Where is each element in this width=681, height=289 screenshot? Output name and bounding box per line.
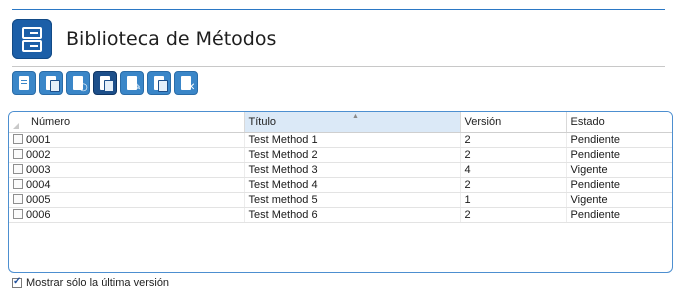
cell-estado: Pendiente <box>566 147 672 163</box>
column-header-titulo[interactable]: ▲ Título <box>244 112 461 133</box>
cell-version: 2 <box>460 207 567 223</box>
cell-titulo: Test Method 3 <box>244 162 461 178</box>
row-checkbox[interactable] <box>13 134 23 144</box>
table-row[interactable]: 0002 Test Method 2 2 Pendiente <box>9 147 672 163</box>
table-row[interactable]: 0001 Test Method 1 2 Pendiente <box>9 132 672 148</box>
cell-titulo: Test Method 4 <box>244 177 461 193</box>
row-checkbox[interactable] <box>13 209 23 219</box>
cell-numero: 0006 <box>26 209 51 221</box>
cell-titulo: Test method 5 <box>244 192 461 208</box>
latest-version-toggle[interactable]: Mostrar sólo la última versión <box>12 276 170 289</box>
row-checkbox[interactable] <box>13 164 23 174</box>
sort-ascending-icon: ▲ <box>352 113 359 120</box>
cell-version: 4 <box>460 162 567 178</box>
page-title: Biblioteca de Métodos <box>66 28 277 50</box>
table-row[interactable]: 0004 Test Method 4 2 Pendiente <box>9 177 672 193</box>
cell-numero: 0002 <box>26 149 51 161</box>
cell-estado: Pendiente <box>566 132 672 148</box>
cell-version: 1 <box>460 192 567 208</box>
cell-estado: Pendiente <box>566 207 672 223</box>
save-copy-icon[interactable] <box>39 71 63 95</box>
cell-version: 2 <box>460 132 567 148</box>
view-document-icon[interactable]: ○ <box>66 71 90 95</box>
latest-version-checkbox[interactable] <box>12 276 22 288</box>
cell-numero: 0001 <box>26 134 51 146</box>
table-row[interactable]: 0005 Test method 5 1 Vigente <box>9 192 672 208</box>
cell-estado: Vigente <box>566 162 672 178</box>
cell-version: 2 <box>460 177 567 193</box>
methods-table: Número ▲ Título Versión Estado 0001 Test… <box>9 112 672 223</box>
column-header-estado[interactable]: Estado <box>566 112 672 133</box>
cell-estado: Vigente <box>566 192 672 208</box>
latest-version-label: Mostrar sólo la última versión <box>26 277 170 289</box>
print-icon[interactable] <box>12 71 36 95</box>
cell-numero: 0005 <box>26 194 51 206</box>
row-checkbox[interactable] <box>13 149 23 159</box>
import-document-icon[interactable] <box>93 71 117 95</box>
delete-document-icon[interactable]: ✕ <box>174 71 198 95</box>
cell-version: 2 <box>460 147 567 163</box>
table-row[interactable]: 0003 Test Method 3 4 Vigente <box>9 162 672 178</box>
file-cabinet-icon <box>12 19 52 59</box>
row-checkbox[interactable] <box>13 179 23 189</box>
cell-titulo: Test Method 1 <box>244 132 461 148</box>
cell-titulo: Test Method 2 <box>244 147 461 163</box>
toolbar: ○ ✎ ✕ <box>12 71 198 95</box>
edit-document-icon[interactable]: ✎ <box>120 71 144 95</box>
top-accent-line <box>12 9 665 10</box>
row-checkbox[interactable] <box>13 194 23 204</box>
page-header: Biblioteca de Métodos <box>12 14 276 64</box>
cell-numero: 0003 <box>26 164 51 176</box>
column-header-numero[interactable]: Número <box>9 112 245 133</box>
methods-table-panel: Número ▲ Título Versión Estado 0001 Test… <box>8 111 673 273</box>
select-all-corner[interactable] <box>13 123 19 129</box>
copy-document-icon[interactable] <box>147 71 171 95</box>
cell-estado: Pendiente <box>566 177 672 193</box>
cell-titulo: Test Method 6 <box>244 207 461 223</box>
header-divider <box>12 66 665 67</box>
column-header-version[interactable]: Versión <box>460 112 567 133</box>
table-row[interactable]: 0006 Test Method 6 2 Pendiente <box>9 207 672 223</box>
cell-numero: 0004 <box>26 179 51 191</box>
